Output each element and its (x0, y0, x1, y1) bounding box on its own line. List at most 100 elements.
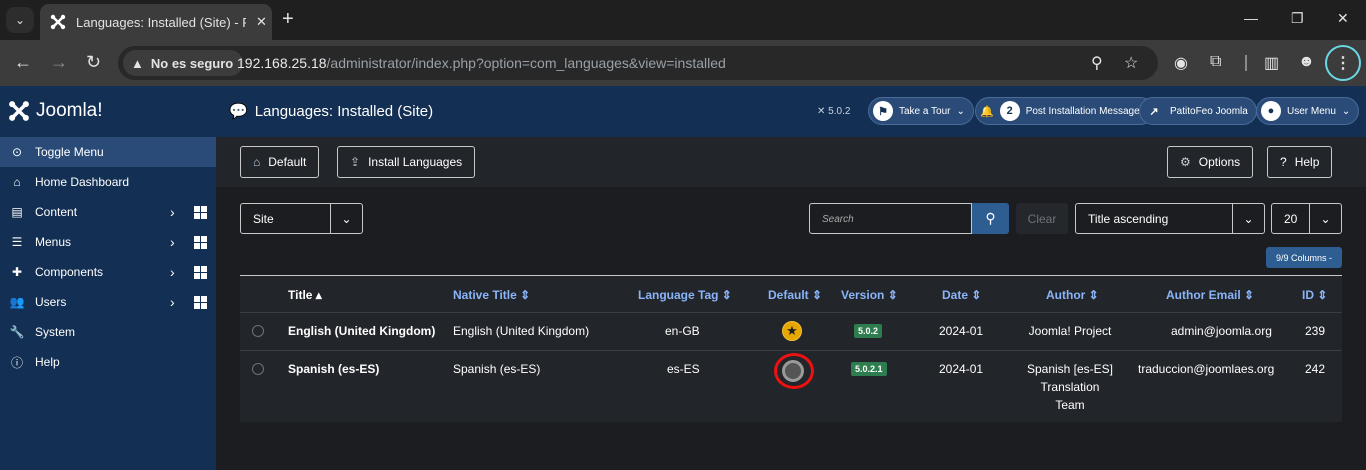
dashboard-grid-icon[interactable] (194, 265, 207, 279)
profile-avatar-icon[interactable]: ☻ (1298, 53, 1315, 71)
cell-date: 2024-01 (939, 362, 984, 376)
toolbar-divider (1245, 55, 1247, 71)
url-text[interactable]: 192.168.25.18/administrator/index.php?op… (237, 55, 726, 71)
columns-button[interactable]: 9/9 Columns - (1266, 247, 1342, 268)
post-install-label: Post Installation Messages (1025, 105, 1145, 117)
sidebar-item-toggle-menu[interactable]: ⊙ Toggle Menu (0, 137, 216, 167)
th-author-email[interactable]: Author Email ⇕ (1166, 288, 1254, 302)
new-tab-button[interactable]: + (282, 9, 294, 29)
sidebar-item-content[interactable]: ▤ Content › (0, 197, 216, 227)
limit-select-value: 20 (1284, 211, 1298, 226)
security-chip[interactable]: ▲ No es seguro (123, 50, 244, 76)
sidebar-item-menus[interactable]: ☰ Menus › (0, 227, 216, 257)
th-language-tag[interactable]: Language Tag ⇕ (638, 288, 732, 302)
th-title[interactable]: Title ▴ (288, 288, 322, 302)
zoom-icon[interactable]: ⚲ (1091, 53, 1103, 73)
client-select-value: Site (253, 211, 274, 226)
author-line: Spanish [es-ES] (1026, 362, 1114, 376)
row-divider (240, 312, 1342, 313)
th-label: Native Title (453, 288, 517, 302)
post-install-button[interactable]: 🔔 2 Post Installation Messages (975, 97, 1154, 125)
bookmark-star-icon[interactable]: ☆ (1124, 53, 1138, 73)
puzzle-icon: ✚ (11, 265, 23, 279)
dashboard-grid-icon[interactable] (194, 235, 207, 249)
help-button[interactable]: ? Help (1267, 146, 1333, 178)
chevron-right-icon[interactable]: › (170, 204, 175, 220)
search-button[interactable]: ⚲ (972, 203, 1009, 234)
sidebar-item-users[interactable]: 👥 Users › (0, 287, 216, 317)
sidebar-item-label: Toggle Menu (35, 145, 104, 159)
cell-native-title: Spanish (es-ES) (453, 362, 541, 376)
options-button[interactable]: ⚙ Options (1167, 146, 1254, 178)
cell-author: Joomla! Project (1020, 322, 1120, 340)
sidepanel-icon[interactable]: ▥ (1264, 53, 1279, 73)
joomla-logo[interactable]: Joomla! (8, 100, 103, 122)
url-host: 192.168.25.18 (237, 55, 327, 71)
default-button[interactable]: ⌂ Default (240, 146, 320, 178)
search-input[interactable]: Search (809, 203, 972, 234)
home-icon: ⌂ (13, 175, 21, 189)
chevron-right-icon[interactable]: › (170, 264, 175, 280)
cell-id: 239 (1305, 324, 1326, 338)
external-link-icon: ↗ (1149, 105, 1159, 118)
chevron-right-icon[interactable]: › (170, 294, 175, 310)
chevron-down-icon: ⌄ (1309, 204, 1341, 233)
sidebar-item-home-dashboard[interactable]: ⌂ Home Dashboard (0, 167, 216, 197)
ordering-select[interactable]: Title ascending ⌄ (1075, 203, 1265, 234)
puzzle-extensions-icon[interactable]: ⧉ (1210, 53, 1221, 71)
cell-language-tag: es-ES (667, 362, 700, 376)
user-menu-button[interactable]: ● User Menu ⌄ (1256, 97, 1360, 125)
take-tour-button[interactable]: ⚑ Take a Tour ⌄ (868, 97, 974, 125)
install-label: Install Languages (368, 155, 463, 169)
site-link-button[interactable]: ↗ PatitoFeo Joomla (1139, 97, 1257, 125)
address-bar[interactable]: ▲ No es seguro 192.168.25.18/administrat… (118, 46, 1158, 80)
sidebar-item-components[interactable]: ✚ Components › (0, 257, 216, 287)
th-date[interactable]: Date ⇕ (942, 288, 981, 302)
th-native-title[interactable]: Native Title ⇕ (453, 288, 530, 302)
restore-icon[interactable]: ❐ (1291, 10, 1304, 27)
chevron-right-icon[interactable]: › (170, 234, 175, 250)
th-default[interactable]: Default ⇕ (768, 288, 822, 302)
chevron-down-icon: ⌄ (330, 204, 362, 233)
chevron-down-icon: ⌄ (1232, 204, 1264, 233)
sidebar-item-system[interactable]: 🔧 System (0, 317, 216, 347)
minimize-icon[interactable]: — (1244, 10, 1258, 26)
search-icon: ⚲ (985, 210, 996, 226)
client-select[interactable]: Site ⌄ (240, 203, 363, 234)
question-icon: ? (1280, 155, 1287, 169)
sidebar-item-label: Help (35, 355, 60, 369)
forward-icon[interactable]: → (50, 52, 68, 72)
th-version[interactable]: Version ⇕ (841, 288, 898, 302)
install-languages-button[interactable]: ⇪ Install Languages (337, 146, 476, 178)
signpost-icon: ⚑ (873, 101, 893, 121)
chevron-down-icon: ⌄ (1341, 105, 1351, 117)
browser-menu-icon[interactable]: ⋮ (1325, 45, 1361, 81)
languages-table: Title ▴ Native Title ⇕ Language Tag ⇕ De… (240, 275, 1342, 422)
browser-tab[interactable]: Languages: Installed (Site) - PatitoFeo … (40, 4, 272, 40)
th-author[interactable]: Author ⇕ (1046, 288, 1099, 302)
cell-date: 2024-01 (939, 324, 984, 338)
cell-title[interactable]: English (United Kingdom) (288, 324, 435, 338)
url-path: /administrator/index.php?option=com_lang… (326, 55, 726, 71)
limit-select[interactable]: 20 ⌄ (1271, 203, 1342, 234)
tab-close-icon[interactable]: ✕ (256, 14, 267, 30)
help-label: Help (1294, 155, 1320, 169)
close-window-icon[interactable]: ✕ (1337, 10, 1349, 27)
back-icon[interactable]: ← (14, 52, 32, 72)
cell-language-tag: en-GB (665, 324, 700, 338)
cell-id: 242 (1305, 362, 1326, 376)
tab-search-button[interactable]: ⌄ (6, 7, 34, 33)
dashboard-grid-icon[interactable] (194, 205, 207, 219)
user-menu-label: User Menu (1287, 105, 1336, 117)
reload-icon[interactable]: ↻ (86, 52, 101, 72)
extension-icon[interactable]: ◉ (1174, 53, 1188, 73)
clear-button[interactable]: Clear (1016, 203, 1068, 234)
sidebar-item-help[interactable]: ⓘ Help (0, 347, 216, 377)
dashboard-grid-icon[interactable] (194, 295, 207, 309)
cell-title[interactable]: Spanish (es-ES) (288, 362, 379, 376)
th-id[interactable]: ID ⇕ (1302, 288, 1327, 302)
home-icon: ⌂ (253, 155, 261, 169)
row-radio[interactable] (252, 363, 264, 375)
row-radio[interactable] (252, 325, 264, 337)
list-icon: ☰ (11, 235, 23, 249)
